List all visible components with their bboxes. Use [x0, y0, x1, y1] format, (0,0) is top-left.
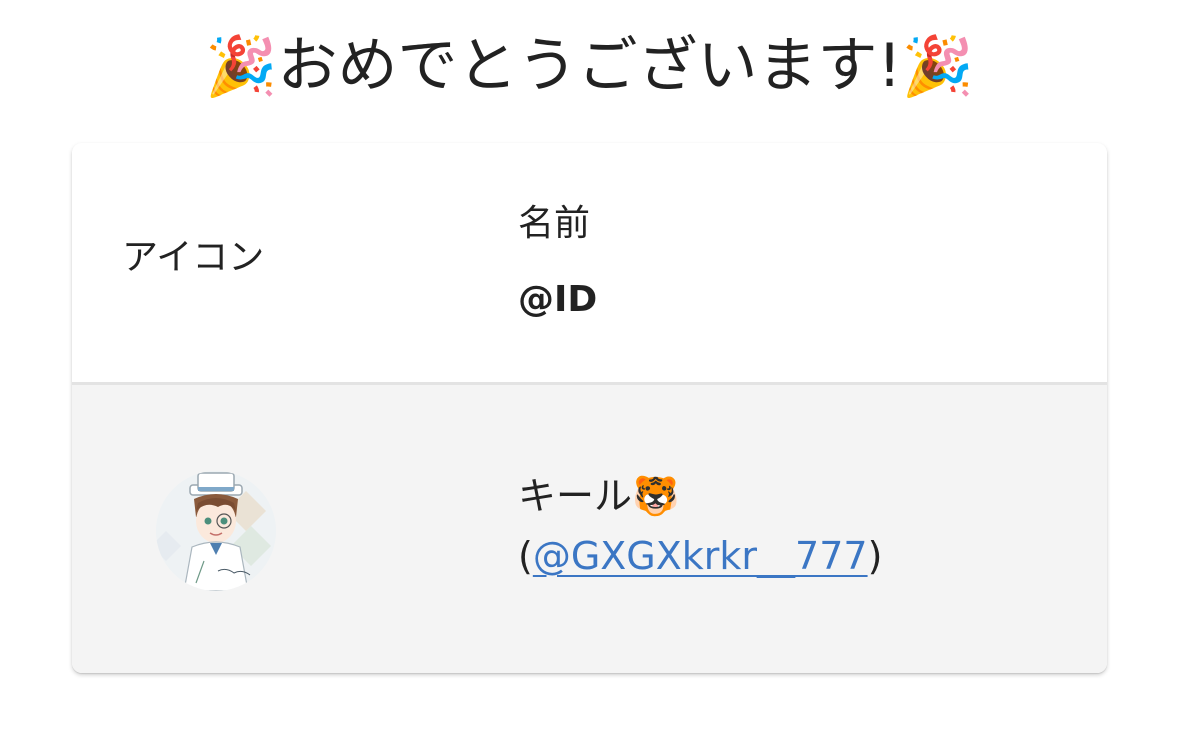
page-title: 🎉おめでとうございます!🎉 — [0, 26, 1179, 106]
avatar-illustration-icon — [156, 471, 276, 591]
user-handle: (@GXGXkrkr__777) — [518, 531, 882, 581]
column-header-name: 名前 — [518, 203, 591, 244]
user-handle-link[interactable]: @GXGXkrkr__777 — [533, 534, 868, 578]
party-popper-icon: 🎉 — [205, 32, 278, 100]
winner-announcement-page: 🎉おめでとうございます!🎉 アイコン 名前 @ID キール🐯 (@GXGXkrk… — [0, 0, 1179, 741]
table-header: アイコン 名前 @ID — [72, 143, 1107, 385]
handle-open-paren: ( — [518, 534, 533, 578]
title-text: おめでとうございます! — [277, 31, 902, 101]
avatar[interactable] — [156, 471, 276, 591]
handle-close-paren: ) — [867, 534, 883, 578]
table-row: キール🐯 (@GXGXkrkr__777) — [72, 385, 1107, 673]
column-header-id: @ID — [518, 279, 598, 320]
party-popper-icon: 🎉 — [901, 32, 974, 100]
winners-table: アイコン 名前 @ID キール🐯 (@GXGXkrkr__777) — [72, 143, 1107, 673]
column-header-icon: アイコン — [122, 237, 265, 278]
user-display-name: キール🐯 — [518, 474, 680, 518]
